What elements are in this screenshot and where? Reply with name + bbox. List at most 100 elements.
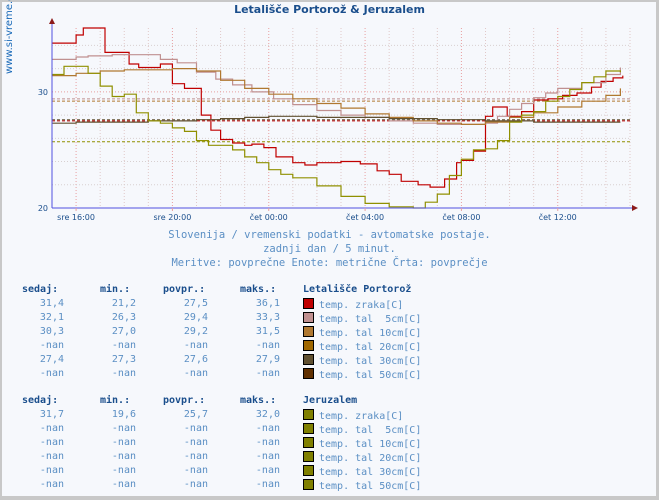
stats-row: 30,3 27,0 29,2 31,5 temp. tal 10cm[C] <box>0 326 460 339</box>
stats-value-now: -nan <box>39 479 64 490</box>
stats-header: sedaj: min.: povpr.: maks.: Letališče Portor… <box>0 284 460 297</box>
stats-value-now: -nan <box>39 423 64 434</box>
legend-label: temp. tal 5cm[C] <box>319 425 422 436</box>
x-axis-arrow <box>632 205 638 211</box>
x-tick-label: sre 16:00 <box>57 213 95 222</box>
legend-swatch <box>303 340 314 351</box>
legend-label: temp. tal 50cm[C] <box>319 481 422 492</box>
legend-entry: temp. tal 30cm[C] <box>303 354 421 367</box>
stats-value-max: -nan <box>255 437 280 448</box>
stats-value-max: 32,0 <box>255 409 280 420</box>
stats-value-max: -nan <box>255 465 280 476</box>
stats-row: -nan -nan -nan -nan temp. tal 20cm[C] <box>0 451 460 464</box>
stats-value-min: -nan <box>111 423 136 434</box>
stats-row: -nan -nan -nan -nan temp. tal 5cm[C] <box>0 423 460 436</box>
stats-value-avg: 25,7 <box>183 409 208 420</box>
stats-value-now: -nan <box>39 451 64 462</box>
stats-value-now: 31,7 <box>39 409 64 420</box>
stats-row: -nan -nan -nan -nan temp. tal 10cm[C] <box>0 437 460 450</box>
legend-label: temp. tal 10cm[C] <box>319 328 422 339</box>
stats-header-cell: min.: <box>100 284 131 295</box>
legend-swatch <box>303 368 314 379</box>
legend-entry: temp. zraka[C] <box>303 298 403 311</box>
stats-value-min: -nan <box>111 479 136 490</box>
x-tick-label: čet 08:00 <box>442 212 480 222</box>
legend-label: temp. tal 30cm[C] <box>319 356 422 367</box>
legend-swatch <box>303 479 314 490</box>
legend-label: temp. tal 30cm[C] <box>319 467 422 478</box>
stats-value-avg: 27,6 <box>183 354 208 365</box>
legend-entry: temp. tal 50cm[C] <box>303 479 421 492</box>
stats-row: 31,4 21,2 27,5 36,1 temp. zraka[C] <box>0 298 460 311</box>
legend-entry: temp. tal 20cm[C] <box>303 451 421 464</box>
stats-header: sedaj: min.: povpr.: maks.: Jeruzalem <box>0 395 460 408</box>
stats-value-max: -nan <box>255 423 280 434</box>
legend-swatch <box>303 312 314 323</box>
legend-swatch <box>303 298 314 309</box>
stats-value-min: -nan <box>111 437 136 448</box>
stats-value-now: 30,3 <box>39 326 64 337</box>
x-tick-label: čet 04:00 <box>346 212 384 222</box>
station-name: Jeruzalem <box>303 395 358 406</box>
stats-header-cell: maks.: <box>240 395 277 406</box>
stats-value-avg: -nan <box>183 368 208 379</box>
stats-value-max: -nan <box>255 340 280 351</box>
legend-entry: temp. tal 5cm[C] <box>303 423 421 436</box>
stats-value-min: -nan <box>111 465 136 476</box>
stats-header-cell: sedaj: <box>22 395 59 406</box>
stats-value-avg: 29,2 <box>183 326 208 337</box>
stats-value-now: -nan <box>39 368 64 379</box>
stats-value-min: 27,0 <box>111 326 136 337</box>
legend-label: temp. tal 10cm[C] <box>319 439 422 450</box>
legend-entry: temp. tal 50cm[C] <box>303 368 421 381</box>
y-tick-label: 30 <box>38 88 48 97</box>
stats-value-now: -nan <box>39 340 64 351</box>
caption-line-3: Meritve: povprečne Enote: metrične Črta:… <box>171 257 488 269</box>
stats-row: -nan -nan -nan -nan temp. tal 50cm[C] <box>0 479 460 492</box>
legend-label: temp. tal 20cm[C] <box>319 342 422 353</box>
stats-header-cell: povpr.: <box>163 284 206 295</box>
legend-label: temp. zraka[C] <box>319 300 404 311</box>
stats-value-min: 26,3 <box>111 312 136 323</box>
stats-value-max: 31,5 <box>255 326 280 337</box>
legend-entry: temp. tal 10cm[C] <box>303 326 421 339</box>
stats-value-max: -nan <box>255 451 280 462</box>
y-tick-label: 20 <box>38 204 48 213</box>
legend-entry: temp. zraka[C] <box>303 409 403 422</box>
legend-swatch <box>303 437 314 448</box>
series-lines <box>52 27 624 209</box>
stats-header-cell: sedaj: <box>22 284 59 295</box>
caption-line-2: zadnji dan / 5 minut. <box>263 243 396 255</box>
legend-entry: temp. tal 10cm[C] <box>303 437 421 450</box>
stats-value-max: 36,1 <box>255 298 280 309</box>
stats-value-min: -nan <box>111 340 136 351</box>
series-line <box>52 54 621 125</box>
stats-value-avg: -nan <box>183 340 208 351</box>
stats-value-now: 32,1 <box>39 312 64 323</box>
stats-value-now: -nan <box>39 437 64 448</box>
legend-label: temp. tal 20cm[C] <box>319 453 422 464</box>
stats-row: -nan -nan -nan -nan temp. tal 20cm[C] <box>0 340 460 353</box>
stats-header-cell: maks.: <box>240 284 277 295</box>
legend-entry: temp. tal 20cm[C] <box>303 340 421 353</box>
series-line <box>52 27 624 188</box>
stats-value-min: -nan <box>111 451 136 462</box>
stats-row: 31,7 19,6 25,7 32,0 temp. zraka[C] <box>0 409 460 422</box>
stats-row: -nan -nan -nan -nan temp. tal 30cm[C] <box>0 465 460 478</box>
x-tick-label: sre 20:00 <box>154 213 192 222</box>
station-name: Letališče Portorož <box>303 284 412 295</box>
stats-value-min: -nan <box>111 368 136 379</box>
legend-swatch <box>303 354 314 365</box>
stats-value-max: -nan <box>255 479 280 490</box>
stats-value-max: -nan <box>255 368 280 379</box>
legend-swatch <box>303 451 314 462</box>
stats-value-max: 27,9 <box>255 354 280 365</box>
stats-header-cell: min.: <box>100 395 131 406</box>
x-tick-label: čet 00:00 <box>250 212 288 222</box>
stats-value-avg: 29,4 <box>183 312 208 323</box>
stats-value-min: 19,6 <box>111 409 136 420</box>
legend-swatch <box>303 423 314 434</box>
stats-value-avg: -nan <box>183 479 208 490</box>
stats-row: -nan -nan -nan -nan temp. tal 50cm[C] <box>0 368 460 381</box>
stats-value-now: -nan <box>39 465 64 476</box>
